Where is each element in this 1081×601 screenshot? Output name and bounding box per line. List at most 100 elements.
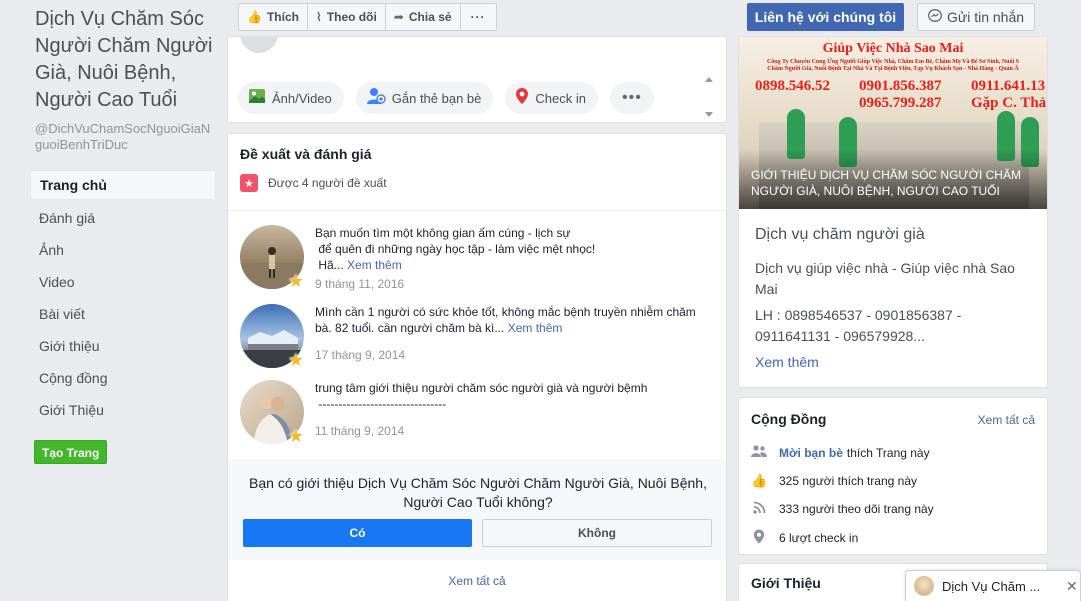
about-see-more-link[interactable]: Xem thêm	[755, 354, 819, 370]
recommend-yes-button[interactable]: Có	[243, 519, 472, 547]
chat-tab[interactable]: Dịch Vụ Chăm ... ✕	[905, 570, 1081, 601]
close-icon[interactable]: ✕	[1066, 578, 1078, 595]
see-more-link[interactable]: Xem thêm	[347, 258, 402, 272]
recommendation-count: ★ Được 4 người đề xuất	[240, 174, 387, 192]
page-banner-image[interactable]: Giúp Việc Nhà Sao Mai Công Ty Chuyên Cun…	[739, 37, 1047, 209]
share-arrow-icon: ➦	[393, 10, 404, 24]
page-category[interactable]: Dịch vụ chăm người già	[755, 226, 925, 244]
banner-subtitle-line: Công Ty Chuyên Cung Ứng Người Giúp Việc …	[766, 59, 1020, 65]
page-nav: Trang chủ Đánh giá Ảnh Video Bài viết Gi…	[30, 170, 216, 426]
recommendations-title: Đề xuất và đánh giá	[240, 146, 372, 162]
share-label: Chia sẻ	[408, 10, 452, 24]
thumbs-up-icon: 👍	[751, 473, 768, 488]
page-title[interactable]: Dịch Vụ Chăm Sóc Người Chăm Người Già, N…	[30, 6, 216, 114]
photo-video-label: Ảnh/Video	[272, 90, 332, 106]
invite-friends-text: thích Trang này	[846, 445, 930, 460]
page-about-card: Giúp Việc Nhà Sao Mai Công Ty Chuyên Cun…	[738, 36, 1048, 388]
tag-friends-label: Gắn thẻ bạn bè	[391, 90, 482, 106]
follow-button[interactable]: ⌇ Theo dõi	[306, 3, 386, 31]
composer-more-button[interactable]: •••	[609, 82, 654, 114]
people-icon	[751, 445, 767, 460]
more-dots-icon: ···	[470, 10, 486, 24]
checkins-count: 6 lượt check in	[779, 531, 859, 545]
banner-phone: 0898.546.52	[755, 78, 830, 94]
nav-item-posts[interactable]: Bài viết	[30, 298, 216, 330]
banner-caption: GIỚI THIỆU DỊCH VỤ CHĂM SÓC NGƯỜI CHĂM N…	[751, 168, 1021, 198]
star-icon: ★	[287, 426, 305, 446]
nav-item-intro[interactable]: Giới Thiệu	[30, 394, 216, 426]
chat-avatar	[914, 576, 934, 596]
nav-item-community[interactable]: Cộng đồng	[30, 362, 216, 394]
banner-subtitle: Công Ty Chuyên Cung Ứng Người Giúp Việc …	[739, 59, 1047, 73]
recommendations-card: Đề xuất và đánh giá ★ Được 4 người đề xu…	[227, 133, 727, 601]
chat-name: Dịch Vụ Chăm ...	[942, 578, 1041, 594]
more-actions-button[interactable]: ···	[459, 3, 497, 31]
page-description: Dịch vụ giúp việc nhà - Giúp việc nhà Sa…	[755, 260, 1015, 297]
invite-friends-link[interactable]: Mời bạn bè	[779, 446, 843, 460]
banner-phone: 0901.856.387	[859, 78, 942, 94]
community-title: Cộng Đồng	[751, 411, 827, 427]
review-item: ★ Mình cần 1 người có sức khỏe tốt, khôn…	[240, 304, 716, 376]
banner-phone: 0911.641.13	[971, 78, 1046, 94]
nav-item-about[interactable]: Giới thiệu	[30, 330, 216, 362]
nav-item-reviews[interactable]: Đánh giá	[30, 202, 216, 234]
review-date[interactable]: 9 tháng 11, 2016	[315, 277, 404, 291]
share-button[interactable]: ➦ Chia sẻ	[384, 3, 461, 31]
composer-avatar	[240, 37, 278, 53]
community-card: Cộng Đồng Xem tất cả Mời bạn bè thích Tr…	[738, 397, 1048, 555]
community-invite-row: Mời bạn bè thích Trang này	[751, 445, 930, 460]
scroll-up-arrow-icon[interactable]	[705, 77, 713, 82]
page-handle[interactable]: @DichVuChamSocNguoiGiaNguoiBenhTriDuc	[30, 121, 216, 153]
divider	[228, 210, 726, 211]
rss-icon: ⌇	[315, 10, 322, 24]
contact-us-button[interactable]: Liên hệ với chúng tôi	[747, 3, 904, 31]
review-date[interactable]: 11 tháng 9, 2014	[315, 424, 404, 438]
recommend-badge-icon: ★	[240, 174, 258, 192]
community-follows-row: 333 người theo dõi trang này	[751, 501, 934, 517]
review-item: ★ Bạn muốn tìm một không gian ấm cúng - …	[240, 225, 716, 297]
rss-icon	[751, 501, 767, 517]
photo-video-button[interactable]: Ảnh/Video	[238, 82, 344, 114]
see-all-reviews-link[interactable]: Xem tất cả	[228, 574, 726, 588]
community-likes-row: 👍 325 người thích trang này	[751, 473, 917, 489]
community-see-all-link[interactable]: Xem tất cả	[978, 413, 1035, 427]
banner-phone: 0965.799.287	[859, 95, 942, 111]
composer-scrollbar[interactable]	[704, 77, 714, 121]
check-in-label: Check in	[535, 90, 586, 106]
star-icon: ★	[287, 271, 305, 291]
create-page-button[interactable]: Tạo Trang	[34, 440, 108, 464]
banner-phone: Gặp C. Thả	[971, 95, 1047, 111]
review-item: ★ trung tâm giới thiệu người chăm sóc ng…	[240, 380, 716, 452]
star-icon: ★	[287, 350, 305, 370]
scroll-down-arrow-icon[interactable]	[705, 112, 713, 117]
review-date[interactable]: 17 tháng 9, 2014	[315, 348, 405, 362]
like-label: Thích	[266, 10, 299, 24]
send-message-button[interactable]: Gửi tin nhắn	[917, 3, 1035, 31]
tag-person-icon	[366, 87, 386, 110]
recommend-question-box: Bạn có giới thiệu Dịch Vụ Chăm Sóc Người…	[228, 459, 726, 560]
follow-label: Theo dõi	[326, 10, 377, 24]
location-pin-icon	[751, 529, 767, 547]
review-text: Bạn muốn tìm một không gian ấm cúng - lị…	[315, 225, 710, 273]
banner-subtitle-line: Chăm Người Già, Nuôi Bệnh Tại Nhà Và Tại…	[767, 66, 1019, 72]
left-sidebar: Dịch Vụ Chăm Sóc Người Chăm Người Già, N…	[30, 0, 216, 464]
like-button[interactable]: 👍 Thích	[238, 3, 308, 31]
see-more-link[interactable]: Xem thêm	[508, 321, 563, 335]
photo-icon	[248, 88, 266, 109]
recommend-no-button[interactable]: Không	[482, 519, 712, 547]
page-action-bar: 👍 Thích ⌇ Theo dõi ➦ Chia sẻ ···	[238, 3, 497, 31]
page-contact-info: LH : 0898546537 - 0901856387 - 091164113…	[755, 307, 962, 344]
composer-actions: Ảnh/Video Gắn thẻ bạn bè Check in •••	[238, 82, 666, 114]
nav-item-home[interactable]: Trang chủ	[30, 170, 216, 200]
recommend-question: Bạn có giới thiệu Dịch Vụ Chăm Sóc Người…	[249, 475, 707, 510]
recommendation-count-text: Được 4 người đề xuất	[268, 176, 387, 190]
banner-title: Giúp Việc Nhà Sao Mai	[822, 41, 964, 56]
follows-count: 333 người theo dõi trang này	[779, 502, 934, 516]
nav-item-videos[interactable]: Video	[30, 266, 216, 298]
tag-friends-button[interactable]: Gắn thẻ bạn bè	[355, 82, 494, 114]
post-composer: Ảnh/Video Gắn thẻ bạn bè Check in •••	[227, 36, 727, 123]
nav-item-photos[interactable]: Ảnh	[30, 234, 216, 266]
review-text: Mình cần 1 người có sức khỏe tốt, không …	[315, 304, 710, 336]
thumbs-up-icon: 👍	[247, 10, 262, 24]
check-in-button[interactable]: Check in	[505, 82, 598, 114]
